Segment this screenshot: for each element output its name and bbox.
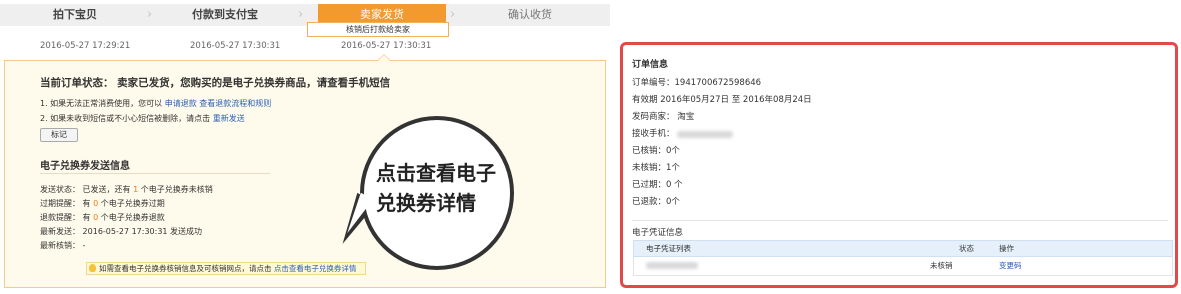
send-status-row: 发送状态： 已发送，还有 1 个电子兑换券未核销 (40, 184, 213, 195)
callout-line-2: 兑换券详情 (376, 191, 476, 215)
refund-rules-link[interactable]: 查看退款流程和规则 (199, 99, 271, 108)
detail-tip-bar: 如需查看电子兑换券核销信息及可核销网点，请点击 点击查看电子兑换券详情 (86, 262, 366, 275)
lightbulb-icon (89, 264, 96, 272)
validity-row: 有效期 2016年05月27日 至 2016年08月24日 (632, 93, 812, 105)
expire-count: 0 (93, 199, 99, 208)
order-info-title: 订单信息 (632, 60, 669, 70)
expire-label: 过期提醒： (40, 199, 80, 208)
order-detail-panel: 拍下宝贝 › 付款到支付宝 › 卖家发货 › 确认收货 核销后打款给卖家 201… (0, 0, 610, 294)
callout-text: 点击查看电子 兑换券详情 (376, 158, 506, 218)
latest-send-label: 最新发送： (40, 227, 80, 236)
latest-verify-value: - (82, 241, 86, 250)
send-status-text: 已发送，还有 (82, 185, 131, 194)
order-number-row: 订单编号：1941700672598646 (632, 76, 761, 88)
resend-link[interactable]: 重新发送 (213, 114, 245, 123)
step-pay: 付款到支付宝 (192, 8, 258, 21)
step-time-3: 2016-05-27 17:30:31 (341, 41, 432, 51)
merchant-label: 发码商家： (632, 112, 675, 122)
expired-row: 已过期：0 个 (632, 178, 683, 190)
step-time-2: 2016-05-27 17:30:31 (190, 41, 281, 51)
voucher-status: 未核销 (930, 261, 953, 270)
refund-text: 个电子兑换券退款 (100, 213, 165, 222)
expire-text: 个电子兑换券过期 (100, 199, 165, 208)
phone-redacted (677, 131, 734, 138)
step-confirm-receipt: 确认收货 (508, 8, 552, 21)
validity-to-label: 至 (731, 95, 741, 105)
callout-line-1: 点击查看电子 (376, 161, 496, 185)
step-place-order: 拍下宝贝 (53, 8, 97, 21)
refund-text: 有 (82, 213, 91, 222)
latest-verify-row: 最新核销： - (40, 240, 85, 251)
order-status: 当前订单状态： 卖家已发货，您购买的是电子兑换券商品，请查看手机短信 (40, 75, 390, 90)
progress-steps: 拍下宝贝 › 付款到支付宝 › 卖家发货 › 确认收货 (0, 4, 610, 26)
unverified-label: 未核销： (632, 163, 667, 173)
validity-from: 2016年05月27日 (660, 95, 729, 105)
voucher-table: 电子凭证列表 状态 操作 未核销 变更码 (633, 240, 1173, 276)
refunded-count: 0个 (666, 197, 680, 207)
step-time-1: 2016-05-27 17:29:21 (40, 41, 131, 51)
step-tip: 核销后打款给卖家 (307, 22, 449, 37)
send-status-label: 发送状态： (40, 185, 80, 194)
refunded-label: 已退款： (632, 197, 667, 207)
verified-count: 0个 (666, 146, 680, 156)
latest-verify-label: 最新核销： (40, 241, 80, 250)
validity-to: 2016年08月24日 (742, 95, 812, 105)
step-chevron-icon: › (298, 7, 304, 22)
refunded-row: 已退款：0个 (632, 195, 680, 207)
notice-pointer-fill (378, 55, 390, 61)
column-action: 操作 (999, 244, 1014, 253)
validity-label: 有效期 (632, 95, 658, 105)
mark-button[interactable]: 标记 (40, 128, 78, 142)
phone-row: 接收手机： (632, 127, 734, 139)
hint-line-2: 2. 如果未收到短信或不小心短信被删除，请点击 重新发送 (40, 113, 245, 124)
view-voucher-detail-link[interactable]: 点击查看电子兑换券详情 (274, 264, 357, 273)
refund-count: 0 (93, 213, 99, 222)
apply-refund-link[interactable]: 申请退款 (165, 99, 197, 108)
section-divider (40, 173, 270, 174)
hint-line-1: 1. 如果无法正常消费使用，您可以 申请退款 查看退款流程和规则 (40, 98, 271, 109)
send-info-title: 电子兑换券发送信息 (40, 161, 130, 172)
phone-label: 接收手机： (632, 129, 675, 139)
refund-row: 退款提醒： 有 0 个电子兑换券退款 (40, 212, 165, 223)
voucher-table-header: 电子凭证列表 状态 操作 (633, 240, 1173, 257)
tip-text: 如需查看电子兑换券核销信息及可核销网点，请点击 (99, 264, 272, 273)
order-status-label: 当前订单状态： (40, 77, 114, 89)
send-status-text: 个电子兑换券未核销 (140, 185, 213, 194)
expired-count: 0 个 (666, 180, 683, 190)
unverified-row: 未核销：1个 (632, 161, 680, 173)
refund-label: 退款提醒： (40, 213, 80, 222)
section-divider (632, 220, 1168, 221)
voucher-info-title: 电子凭证信息 (632, 228, 684, 238)
table-row: 未核销 变更码 (633, 257, 1173, 276)
order-status-text: 卖家已发货，您购买的是电子兑换券商品，请查看手机短信 (117, 77, 391, 89)
expire-text: 有 (82, 199, 91, 208)
column-status: 状态 (959, 244, 974, 253)
unverified-count: 1个 (666, 163, 680, 173)
send-status-count: 1 (133, 185, 139, 194)
order-number: 1941700672598646 (674, 78, 762, 88)
voucher-code-redacted (646, 257, 698, 276)
column-voucher-list: 电子凭证列表 (646, 244, 691, 253)
expired-label: 已过期： (632, 180, 667, 190)
notice-box (4, 60, 606, 288)
latest-send-value: 2016-05-27 17:30:31 发送成功 (82, 227, 203, 236)
latest-send-row: 最新发送： 2016-05-27 17:30:31 发送成功 (40, 226, 202, 237)
change-code-link[interactable]: 变更码 (999, 257, 1022, 275)
merchant-row: 发码商家： 淘宝 (632, 110, 694, 122)
order-number-label: 订单编号： (632, 78, 675, 88)
merchant-name: 淘宝 (677, 112, 695, 122)
verified-label: 已核销： (632, 146, 667, 156)
hint-text: 1. 如果无法正常消费使用，您可以 (40, 99, 163, 108)
verified-row: 已核销：0个 (632, 144, 680, 156)
expire-row: 过期提醒： 有 0 个电子兑换券过期 (40, 198, 165, 209)
hint-text: 2. 如果未收到短信或不小心短信被删除，请点击 (40, 114, 211, 123)
voucher-detail-panel: 订单信息 订单编号：1941700672598646 有效期 2016年05月2… (620, 42, 1178, 288)
